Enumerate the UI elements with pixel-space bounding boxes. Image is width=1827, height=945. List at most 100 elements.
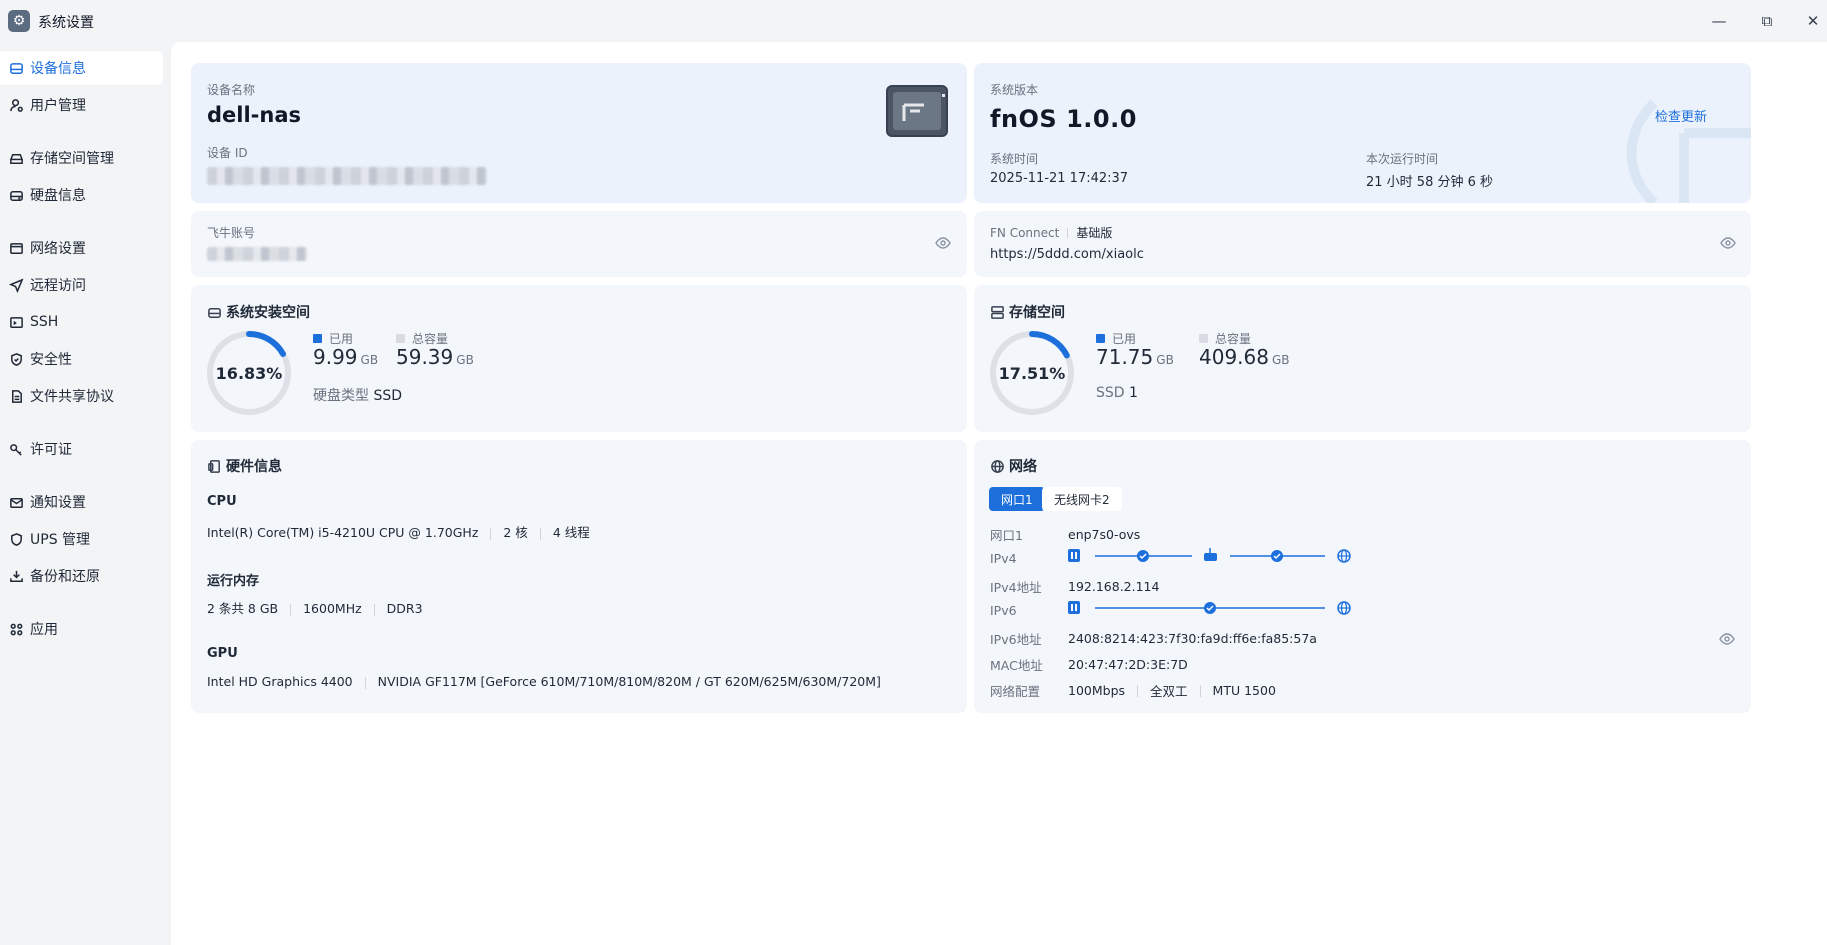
system-space-used: 9.99 GB (313, 345, 378, 369)
sidebar-item-network[interactable]: 网络设置 (0, 231, 163, 265)
sidebar-item-label: 通知设置 (30, 495, 86, 511)
backup-icon (8, 568, 24, 584)
sidebar-item-file-sharing[interactable]: 文件共享协议 (0, 379, 163, 413)
total-swatch (396, 334, 405, 343)
storage-percent: 17.51% (998, 363, 1066, 383)
storage-used-value: 71.75 (1096, 345, 1154, 369)
mac-value: 20:47:47:2D:3E:7D (1068, 657, 1188, 672)
fn-connect-card: FN Connect 基础版 https://5ddd.com/xiaolc (974, 211, 1751, 277)
ssd-count-value: 1 (1129, 385, 1138, 401)
ipv4-address-row: IPv4地址 192.168.2.114 (990, 577, 1159, 596)
title-bar: ⚙ 系统设置 — ⧉ ✕ (0, 0, 1827, 42)
sidebar-item-label: 用户管理 (30, 98, 86, 114)
tab-port-1[interactable]: 网口1 (989, 487, 1045, 511)
router-icon (1204, 553, 1217, 561)
device-card: 设备名称 dell-nas 设备 ID (191, 63, 967, 203)
eye-icon[interactable] (1719, 631, 1735, 647)
close-button[interactable]: ✕ (1801, 10, 1825, 32)
divider (1137, 684, 1139, 697)
port-value: enp7s0-ovs (1068, 527, 1141, 542)
storage-icon (8, 150, 24, 166)
gear-icon: ⚙ (8, 10, 30, 32)
sidebar-item-ups[interactable]: UPS 管理 (0, 522, 163, 556)
sidebar-item-security[interactable]: 安全性 (0, 342, 163, 376)
eye-icon[interactable] (935, 235, 951, 251)
divider (1199, 684, 1201, 697)
cpu-threads: 4 线程 (552, 525, 590, 540)
sidebar-item-label: 存储空间管理 (30, 151, 114, 167)
tab-wireless-2[interactable]: 无线网卡2 (1042, 487, 1122, 511)
mac-row: MAC地址 20:47:47:2D:3E:7D (990, 655, 1188, 674)
minimize-button[interactable]: — (1707, 10, 1731, 32)
network-icon (8, 240, 24, 256)
total-swatch (1199, 334, 1208, 343)
sidebar-item-backup[interactable]: 备份和还原 (0, 559, 163, 593)
sidebar-item-storage[interactable]: 存储空间管理 (0, 141, 163, 175)
terminal-icon (8, 314, 24, 330)
disk-icon (208, 307, 221, 318)
network-duplex: 全双工 (1150, 684, 1188, 699)
storage-title-text: 存储空间 (1009, 305, 1065, 321)
version-value: fnOS 1.0.0 (990, 105, 1137, 133)
disk-type-label: 硬盘类型 (313, 388, 369, 404)
sidebar-item-device-info[interactable]: 设备信息 (0, 51, 163, 85)
ipv4-address-label: IPv4地址 (990, 580, 1042, 595)
main-panel: 设备名称 dell-nas 设备 ID 系统版本 fnOS 1.0.0 检查更新… (171, 42, 1827, 945)
device-icon (8, 60, 24, 76)
shield-icon (8, 531, 24, 547)
storage-total: 409.68 GB (1199, 345, 1290, 369)
send-icon (8, 277, 24, 293)
disk-type: 硬盘类型 SSD (313, 385, 402, 405)
sidebar-item-remote-access[interactable]: 远程访问 (0, 268, 163, 302)
sidebar-item-notifications[interactable]: 通知设置 (0, 485, 163, 519)
ipv4-label: IPv4 (990, 551, 1017, 566)
hardware-title: 硬件信息 (207, 456, 282, 476)
system-space-percent: 16.83% (215, 363, 283, 383)
divider (1067, 227, 1069, 238)
system-space-card: 系统安装空间 16.83% 已用 9.99 GB 总容量 59.39 GB 硬盘类型… (191, 285, 967, 432)
sidebar-item-disks[interactable]: 硬盘信息 (0, 178, 163, 212)
sidebar-item-license[interactable]: 许可证 (0, 432, 163, 466)
sidebar-item-label: 硬盘信息 (30, 188, 86, 204)
version-label: 系统版本 (990, 83, 1039, 97)
used-swatch (313, 334, 322, 343)
account-value-redacted (207, 247, 307, 261)
sidebar-item-label: 设备信息 (30, 61, 86, 77)
storage-used: 71.75 GB (1096, 345, 1174, 369)
ipv4-address-value: 192.168.2.114 (1068, 579, 1160, 594)
hardware-icon (208, 459, 220, 473)
sidebar-item-label: 备份和还原 (30, 569, 100, 585)
sidebar-item-label: 安全性 (30, 352, 72, 368)
restore-button[interactable]: ⧉ (1755, 10, 1779, 32)
system-space-total-value: 59.39 (396, 345, 454, 369)
memory-label: 运行内存 (207, 574, 260, 589)
gpu-2: NVIDIA GF117M [GeForce 610M/710M/810M/82… (377, 674, 881, 689)
device-name-label: 设备名称 (207, 83, 256, 97)
unit: GB (1271, 353, 1290, 367)
mac-label: MAC地址 (990, 658, 1043, 673)
disk-icon (8, 187, 24, 203)
ssd-label: SSD (1096, 385, 1125, 401)
sidebar-item-label: SSH (30, 314, 59, 330)
sidebar-item-users[interactable]: 用户管理 (0, 88, 163, 122)
sidebar-item-ssh[interactable]: SSH (0, 305, 163, 339)
divider (373, 603, 375, 616)
sidebar-item-label: UPS 管理 (30, 532, 91, 548)
port-label: 网口1 (990, 528, 1023, 543)
unit: GB (360, 353, 379, 367)
ipv6-address-label: IPv6地址 (990, 632, 1042, 647)
eye-icon[interactable] (1720, 235, 1736, 251)
sidebar-item-apps[interactable]: 应用 (0, 612, 163, 646)
file-icon (8, 388, 24, 404)
shield-icon (8, 351, 24, 367)
fn-connect-label: FN Connect (990, 225, 1060, 240)
fn-connect-plan: 基础版 (1076, 226, 1113, 240)
network-config-row: 网络配置 100Mbps 全双工 MTU 1500 (990, 681, 1276, 700)
cpu-info: Intel(R) Core(TM) i5-4210U CPU @ 1.70GHz… (207, 522, 590, 541)
check-update-link[interactable]: 检查更新 (1655, 106, 1707, 125)
cpu-label: CPU (207, 494, 237, 509)
network-title: 网络 (990, 456, 1037, 476)
network-card: 网络 网口1 无线网卡2 网口1 enp7s0-ovs IPv4 IPv4地址 19 (974, 440, 1751, 713)
hardware-title-text: 硬件信息 (226, 459, 282, 475)
sidebar-item-label: 文件共享协议 (30, 389, 114, 405)
